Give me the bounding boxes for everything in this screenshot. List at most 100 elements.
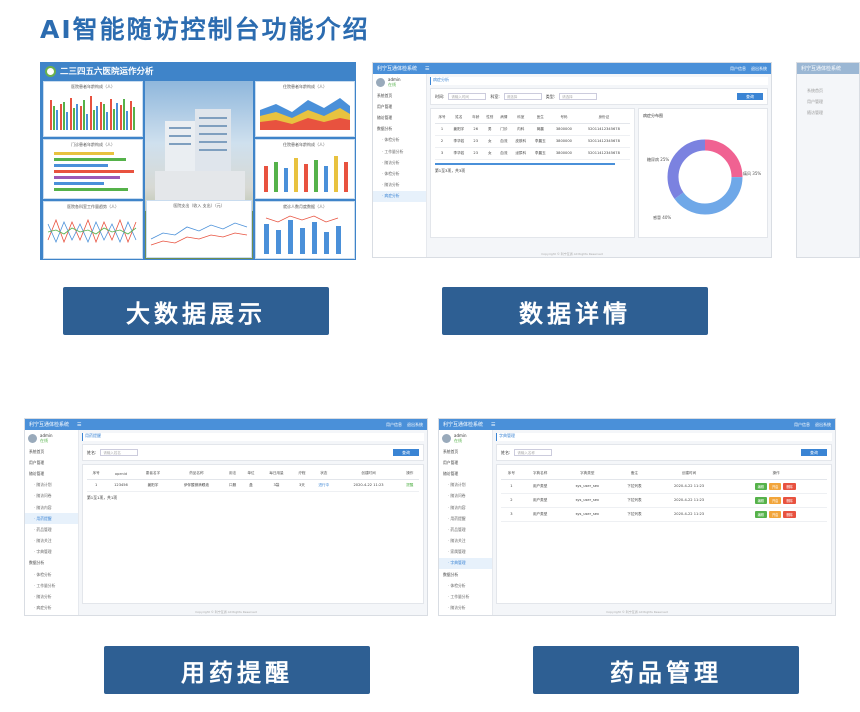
name-input[interactable]: 请输入姓名 bbox=[100, 449, 139, 456]
table-cell: 23 bbox=[468, 135, 483, 148]
delete-button[interactable]: 删除 bbox=[783, 482, 796, 490]
sidebar-item[interactable]: 用户管理 bbox=[373, 101, 426, 112]
table-header-cell: 状态 bbox=[311, 469, 337, 480]
sidebar-item[interactable]: · 病症分析 bbox=[439, 614, 492, 615]
sidebar-item[interactable]: · 体检分析 bbox=[373, 168, 426, 179]
sidebar-item[interactable]: · 用药提醒 bbox=[25, 513, 78, 525]
main-content: 字典管理 姓名: 请输入名称 查询 序号 字典名称 字典类型 备注 创建时间 操作 1 用户类型… bbox=[493, 430, 835, 615]
table-scrollbar[interactable] bbox=[435, 162, 615, 165]
dept-select[interactable]: 请选择 bbox=[503, 93, 542, 100]
time-input[interactable]: 请输入时间 bbox=[448, 93, 487, 100]
table-cell: sys_user_sex bbox=[558, 493, 616, 508]
table-cell: 3800000 bbox=[550, 123, 578, 136]
table-cell: 皮肤科 bbox=[510, 135, 531, 148]
sidebar-item[interactable]: · 药品管理 bbox=[439, 524, 492, 535]
edit-button[interactable]: 编辑 bbox=[754, 482, 767, 490]
search-button[interactable]: 查询 bbox=[801, 449, 827, 456]
sidebar-item[interactable]: · 随访分析 bbox=[373, 157, 426, 168]
actions-cell: 编辑 开启 删除 bbox=[725, 493, 827, 508]
sidebar-item[interactable]: 数据分析 bbox=[373, 124, 426, 135]
sidebar-item[interactable]: · 家属管理 bbox=[439, 547, 492, 558]
table-cell: 女 bbox=[482, 147, 497, 160]
logout-link[interactable]: 退出系统 bbox=[815, 422, 831, 428]
legend-label: 感冒 40% bbox=[653, 214, 671, 220]
detail-table-card: 序号 姓名 年龄 性别 病情 科室 医生 号码 身份证 1 姜阳宇 26 男门诊 内科 蒋晨 3800000 5… bbox=[430, 108, 635, 238]
sidebar-item[interactable]: · 工作量分析 bbox=[439, 591, 492, 602]
sidebar-item[interactable]: · 随访计划 bbox=[25, 480, 78, 491]
sidebar-item[interactable]: · 体检分析 bbox=[373, 135, 426, 146]
table-cell: 52011412345678 bbox=[577, 123, 630, 136]
sidebar-item[interactable]: 系统首页 bbox=[373, 90, 426, 101]
line-chart-graphic bbox=[150, 222, 248, 246]
enable-button[interactable]: 开启 bbox=[768, 510, 782, 518]
sidebar-item[interactable]: · 随访分析 bbox=[25, 591, 78, 602]
user-info-link[interactable]: 用户信息 bbox=[730, 66, 746, 72]
sidebar-item[interactable]: 数据分析 bbox=[439, 569, 492, 580]
table-cell: 1 bbox=[87, 479, 106, 492]
menu-toggle-icon[interactable]: ☰ bbox=[425, 66, 429, 72]
table-header-cell: 创建时间 bbox=[336, 469, 401, 480]
sidebar-item[interactable]: · 随访问卷 bbox=[439, 491, 492, 502]
name-input[interactable]: 请输入名称 bbox=[514, 449, 553, 456]
sidebar-item[interactable]: · 随访问卷 bbox=[25, 491, 78, 502]
sidebar-item[interactable]: 系统首页 bbox=[439, 446, 492, 457]
sidebar-item[interactable]: · 工作量分析 bbox=[373, 146, 426, 157]
sidebar-item[interactable]: 随访管理 bbox=[25, 468, 78, 479]
delete-button[interactable]: 删除 bbox=[783, 510, 796, 518]
sidebar-item[interactable]: 数据分析 bbox=[25, 558, 78, 569]
sidebar-item[interactable]: · 体检分析 bbox=[439, 580, 492, 591]
sidebar-item[interactable]: · 工作量分析 bbox=[25, 580, 78, 591]
sidebar-item[interactable]: 用户管理 bbox=[439, 457, 492, 468]
search-button[interactable]: 查询 bbox=[737, 93, 763, 100]
table-header-cell: 药品名称 bbox=[169, 469, 224, 480]
sidebar-item[interactable]: · 随访内容 bbox=[25, 502, 78, 513]
logout-link[interactable]: 退出系统 bbox=[407, 422, 423, 428]
sidebar-item[interactable]: · 随访关注 bbox=[25, 536, 78, 547]
status-badge: 在线 bbox=[454, 438, 462, 443]
sidebar-item[interactable]: 随访管理 bbox=[373, 112, 426, 123]
sidebar-item[interactable]: · 体检分析 bbox=[25, 569, 78, 580]
table-cell: 1 bbox=[435, 123, 450, 136]
sidebar-item[interactable]: · 随访分析 bbox=[373, 180, 426, 191]
caption-drug-management: 药品管理 bbox=[533, 646, 799, 694]
table-cell: 2 bbox=[435, 135, 450, 148]
table-cell: 进行中 bbox=[311, 479, 337, 492]
logout-link[interactable]: 退出系统 bbox=[751, 66, 767, 72]
dashboard-title: 二三四五六医院运作分析 bbox=[60, 67, 154, 77]
table-cell: 3 bbox=[435, 147, 450, 160]
sidebar-item[interactable]: · 随访内容 bbox=[439, 502, 492, 513]
edit-button[interactable]: 编辑 bbox=[754, 496, 767, 504]
main-content: 病症分析 时间: 请输入时间 科室: 请选择 类型: 请选择 查询 序号 姓名 年龄 性别病… bbox=[427, 74, 771, 257]
enable-button[interactable]: 开启 bbox=[768, 482, 782, 490]
type-select[interactable]: 请选择 bbox=[559, 93, 598, 100]
menu-toggle-icon[interactable]: ☰ bbox=[491, 422, 495, 428]
sidebar: admin 在线 系统首页 用户管理 随访管理 数据分析 · 体检分析 · 工作量分析 · 随… bbox=[373, 74, 427, 257]
user-info-link[interactable]: 用户信息 bbox=[386, 422, 402, 428]
delete-button[interactable]: 删除 bbox=[783, 496, 796, 504]
sidebar-item[interactable]: · 药品管理 bbox=[25, 524, 78, 535]
sidebar-item[interactable]: · 随访计划 bbox=[439, 480, 492, 491]
edit-button[interactable]: 编辑 bbox=[754, 510, 767, 518]
search-button[interactable]: 查询 bbox=[393, 449, 419, 456]
user-info-link[interactable]: 用户信息 bbox=[794, 422, 810, 428]
sidebar-item[interactable]: 随访管理 bbox=[439, 468, 492, 479]
sidebar-item[interactable]: · 字典管理 bbox=[25, 547, 78, 558]
table-cell[interactable]: 提醒 bbox=[400, 479, 419, 492]
sidebar-item[interactable]: · 随访关注 bbox=[439, 536, 492, 547]
sidebar-item[interactable]: · 病症分析 bbox=[373, 190, 426, 202]
menu-toggle-icon[interactable]: ☰ bbox=[77, 422, 81, 428]
table-header-cell: openid bbox=[105, 469, 137, 480]
sidebar-item[interactable]: 用户管理 bbox=[25, 457, 78, 468]
table-cell: 盒 bbox=[241, 479, 261, 492]
user-panel: admin 在线 bbox=[373, 74, 426, 90]
sidebar-item[interactable]: 系统首页 bbox=[25, 446, 78, 457]
app-name: 利宁互通体检系统 bbox=[801, 66, 842, 72]
enable-button[interactable]: 开启 bbox=[768, 496, 782, 504]
table-cell: 门诊 bbox=[496, 123, 511, 136]
table-header-cell: 字典类型 bbox=[558, 469, 616, 480]
sidebar-item[interactable]: · 字典管理 bbox=[439, 557, 492, 570]
chart-panel: 医院患者年龄构成（人） bbox=[43, 81, 143, 137]
table-cell: 用户类型 bbox=[521, 507, 559, 522]
table-cell: 123456 bbox=[105, 479, 137, 492]
sidebar-item[interactable]: · 用药提醒 bbox=[439, 513, 492, 524]
